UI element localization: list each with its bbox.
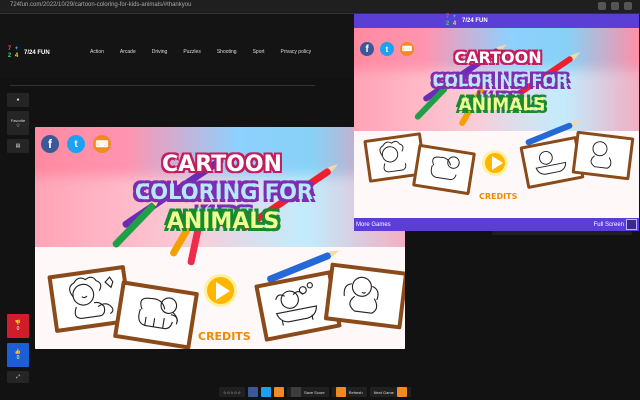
twitter-share-button[interactable]: t (67, 135, 85, 153)
refresh-icon (335, 387, 346, 397)
popup-shadow (492, 231, 632, 235)
popup-facebook-icon: f (365, 43, 369, 55)
nav-item-action[interactable]: Action (90, 49, 104, 55)
dislike-count: 0 (16, 326, 20, 332)
info-button[interactable]: ● (7, 93, 29, 107)
popup-elephant-outline (430, 156, 460, 181)
games-button[interactable]: ⌨ (93, 135, 111, 153)
popup-facebook-share-button[interactable]: f (360, 42, 374, 56)
fullscreen-icon[interactable] (626, 219, 637, 230)
coloring-card-elephant[interactable] (112, 280, 200, 349)
nav-item-sport[interactable]: Sport (253, 49, 265, 55)
profile-icon[interactable] (611, 2, 619, 10)
star-icon: ☆ (15, 122, 21, 129)
save-score-label: Save Score (303, 389, 325, 395)
nav-item-shooting[interactable]: Shooting (217, 49, 237, 55)
comment-button[interactable]: ▤ (7, 139, 29, 153)
nav-item-puzzles[interactable]: Puzzles (183, 49, 201, 55)
bottom-action-bar: ☆☆☆☆☆ Save Score Refresh Next Game (219, 387, 411, 397)
header-divider (10, 85, 315, 86)
like-button[interactable]: 👍 0 (7, 343, 29, 367)
browser-chrome: 724fun.com/2022/10/29/cartoon-coloring-f… (0, 0, 640, 14)
facebook-share-button[interactable]: f (41, 135, 59, 153)
popup-credits-button[interactable]: CREDITS (479, 192, 517, 201)
twitter-icon: t (74, 138, 78, 150)
popup-twitter-icon: t (385, 44, 389, 54)
title-line-animals: ANIMALS (166, 209, 280, 234)
nav-item-driving[interactable]: Driving (152, 49, 168, 55)
facebook-icon: f (48, 137, 52, 151)
popup-title-animals: ANIMALS (458, 95, 546, 115)
next-game-label: Next Game (373, 389, 394, 395)
game-canvas[interactable]: f t ⌨ CARTOON COLORING FOR KIDS ANIMALS (35, 127, 405, 349)
play-button[interactable] (204, 274, 237, 307)
popup-games-button[interactable]: ⌨ (400, 42, 414, 56)
twitter-icon[interactable] (260, 387, 271, 397)
popup-footer-right: Full Screen (594, 219, 637, 230)
save-score-button[interactable]: Save Score (286, 387, 329, 397)
play-icon (215, 281, 230, 300)
extension-icon[interactable] (598, 2, 606, 10)
info-icon: ● (16, 97, 20, 103)
popup-play-icon (491, 156, 503, 170)
rating-stars[interactable]: ☆☆☆☆☆ (219, 387, 245, 397)
refresh-button[interactable]: Refresh (331, 387, 367, 397)
next-icon (396, 387, 407, 397)
refresh-label: Refresh (348, 389, 363, 395)
popup-footer: More Games Full Screen (354, 218, 639, 231)
full-screen-link[interactable]: Full Screen (594, 222, 624, 228)
next-game-button[interactable]: Next Game (369, 387, 411, 397)
popup-coloring-card-elephant[interactable] (411, 143, 477, 196)
popup-game-canvas[interactable]: f t ⌨ CARTOON COLORING FOR KIDS ANIMALS … (354, 28, 639, 218)
more-games-link[interactable]: More Games (356, 222, 391, 228)
gamepad-icon: ⌨ (95, 138, 109, 149)
browser-toolbar-icons (598, 2, 632, 10)
nav-item-privacy-policy[interactable]: Privacy policy (281, 49, 312, 55)
title-line-cartoon: CARTOON (162, 152, 282, 177)
popup-gamepad-icon: ⌨ (401, 46, 413, 53)
dog-outline (343, 276, 379, 314)
popup-titlebar: 7 + 24 7/24 FUN (354, 14, 639, 28)
expand-icon: ⤢ (15, 374, 20, 380)
address-bar[interactable]: 724fun.com/2022/10/29/cartoon-coloring-f… (10, 2, 191, 8)
credits-button[interactable]: CREDITS (198, 330, 251, 343)
facebook-icon[interactable] (247, 387, 258, 397)
elephant-outline (138, 297, 178, 330)
popup-twitter-share-button[interactable]: t (380, 42, 394, 56)
comment-icon: ▤ (15, 143, 21, 149)
site-logo[interactable]: 7 + 24 7/24 FUN (6, 46, 50, 60)
favorite-button[interactable]: Favorite ☆ (7, 111, 29, 135)
menu-icon[interactable] (624, 2, 632, 10)
logo-icon: 7 + 24 (7, 46, 19, 59)
popup-coloring-card-dog[interactable] (571, 130, 635, 181)
share-icon[interactable] (273, 387, 284, 397)
save-icon (290, 387, 301, 397)
popup-dog-outline (590, 141, 612, 169)
like-count: 0 (16, 355, 20, 361)
logo-text: 7/24 FUN (24, 50, 50, 56)
popup-title-cartoon: CARTOON (454, 48, 542, 67)
coloring-card-dog[interactable] (323, 262, 405, 330)
dislike-button[interactable]: 👎 0 (7, 314, 29, 338)
fullscreen-toggle[interactable]: ⤢ (7, 371, 29, 383)
popup-play-button[interactable] (482, 150, 508, 176)
nav-item-arcade[interactable]: Arcade (120, 49, 136, 55)
popup-title: 7/24 FUN (462, 18, 488, 24)
popup-logo-icon: 7 + 24 (445, 14, 457, 27)
main-menu: Action Arcade Driving Puzzles Shooting S… (90, 49, 311, 55)
